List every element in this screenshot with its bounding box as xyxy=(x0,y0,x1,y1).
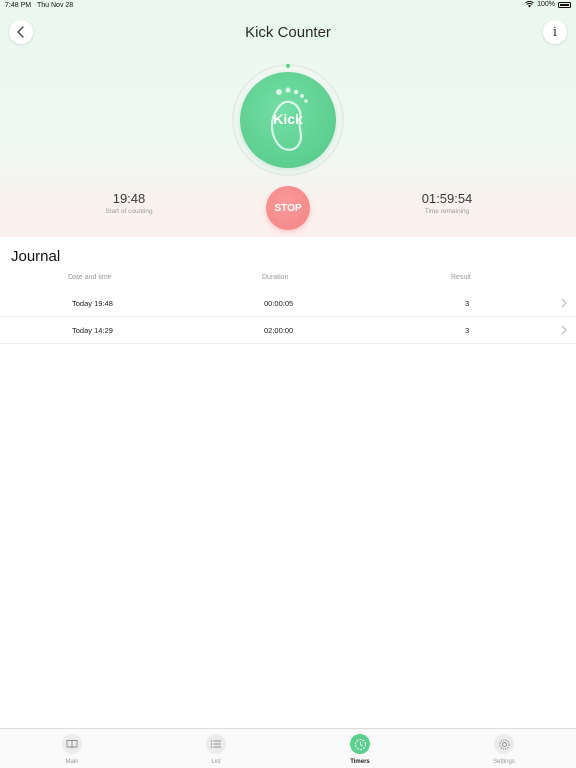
tab-timers[interactable]: Timers xyxy=(330,734,390,765)
journal-title: Journal xyxy=(11,248,61,265)
row-duration: 00:00:05 xyxy=(264,299,294,308)
row-duration: 02:00:00 xyxy=(264,326,294,335)
journal-row[interactable]: Today 14:29 02:00:00 3 xyxy=(0,317,576,344)
tab-label: List xyxy=(211,759,221,765)
gear-icon xyxy=(498,738,510,750)
tab-settings[interactable]: Settings xyxy=(474,734,534,765)
start-of-counting: 19:48 Start of counting xyxy=(69,191,189,215)
battery-icon xyxy=(558,1,571,8)
status-date: Thu Nov 28 xyxy=(37,2,74,9)
tab-bar: Main List Timers Settings xyxy=(0,728,576,768)
book-icon xyxy=(66,740,78,749)
list-icon xyxy=(210,740,221,748)
kick-progress-indicator xyxy=(286,64,290,68)
time-remaining: 01:59:54 Time remaining xyxy=(387,191,507,215)
kick-label: Kick xyxy=(273,111,303,127)
page-title: Kick Counter xyxy=(245,24,331,41)
time-remaining-label: Time remaining xyxy=(424,208,470,215)
info-icon: i xyxy=(552,24,558,40)
chevron-right-icon xyxy=(561,325,567,335)
tab-list[interactable]: List xyxy=(186,734,246,765)
stop-button[interactable]: STOP xyxy=(266,186,310,230)
status-time: 7:48 PM xyxy=(5,2,32,9)
start-time-label: Start of counting xyxy=(105,208,153,215)
row-date: Today 14:29 xyxy=(72,326,113,335)
status-bar: 7:48 PM Thu Nov 28 100% xyxy=(0,0,576,12)
battery-percent: 100% xyxy=(537,1,555,8)
chevron-right-icon xyxy=(561,298,567,308)
column-header-date: Date and time xyxy=(68,274,112,281)
tab-main[interactable]: Main xyxy=(42,734,102,765)
info-button[interactable]: i xyxy=(543,20,567,44)
row-result: 3 xyxy=(465,299,470,308)
row-result: 3 xyxy=(465,326,470,335)
app-screen: 7:48 PM Thu Nov 28 100% Kick Counter i K… xyxy=(0,0,576,768)
timer-icon xyxy=(354,738,366,750)
row-date: Today 19:48 xyxy=(72,299,113,308)
tab-label: Settings xyxy=(493,759,515,765)
start-time-value: 19:48 xyxy=(112,191,146,206)
kick-button[interactable]: Kick xyxy=(240,72,336,168)
tab-label: Main xyxy=(65,759,79,765)
column-header-duration: Duration xyxy=(262,274,289,281)
counter-header: 7:48 PM Thu Nov 28 100% Kick Counter i K… xyxy=(0,0,576,237)
column-header-result: Result xyxy=(451,274,471,281)
tab-label: Timers xyxy=(350,759,370,765)
time-remaining-value: 01:59:54 xyxy=(421,191,473,206)
journal-row[interactable]: Today 19:48 00:00:05 3 xyxy=(0,290,576,317)
wifi-icon xyxy=(525,1,534,8)
status-indicators: 100% xyxy=(525,1,571,8)
